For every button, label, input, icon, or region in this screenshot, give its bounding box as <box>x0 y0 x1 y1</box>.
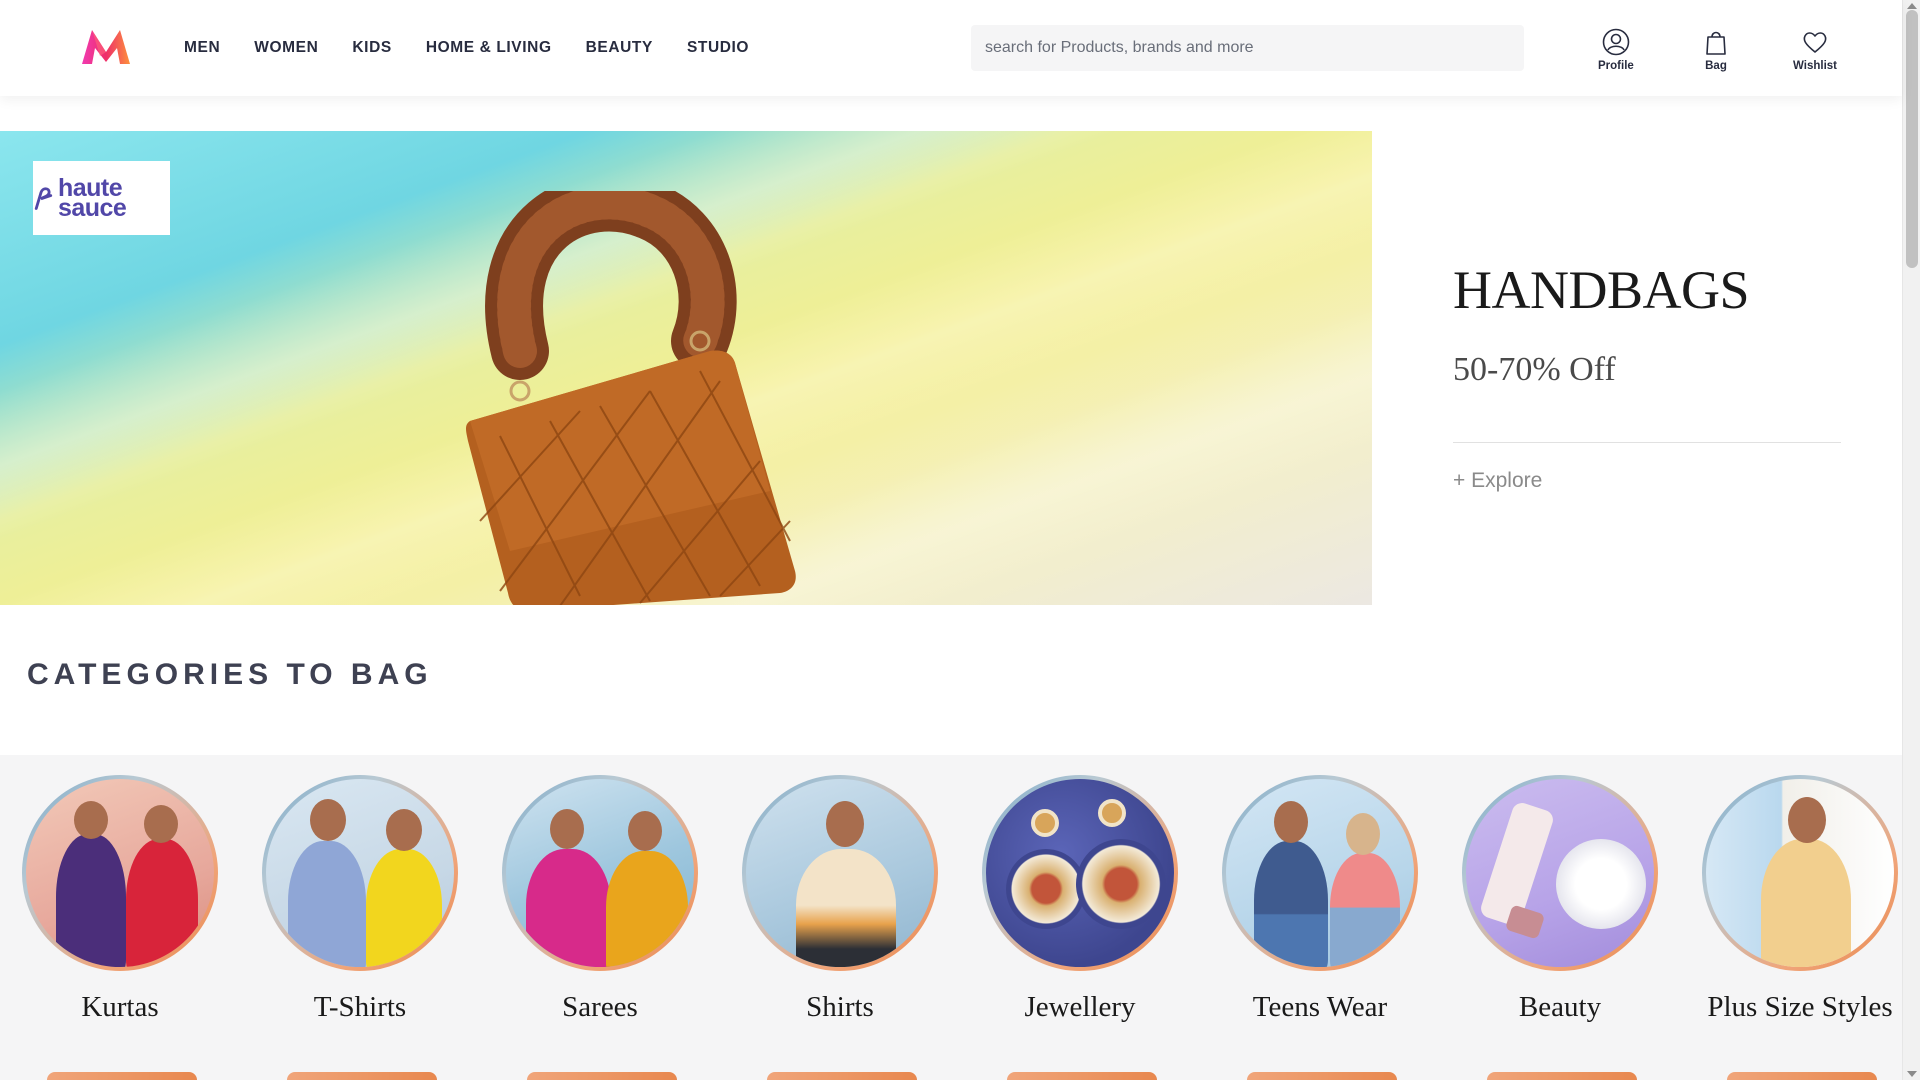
promo-panel: HANDBAGS 50-70% Off + Explore <box>1453 131 1843 605</box>
category-tshirts[interactable]: T-Shirts <box>262 775 458 1024</box>
promo-offer: 50-70% Off <box>1453 351 1616 388</box>
category-image-frame <box>1222 775 1418 971</box>
category-label: Kurtas <box>81 991 159 1023</box>
scroll-thumb[interactable] <box>1906 10 1918 268</box>
category-jewellery[interactable]: Jewellery <box>982 775 1178 1024</box>
heart-icon <box>1803 32 1827 53</box>
next-row-hint <box>287 1072 437 1080</box>
next-row-hint <box>1007 1072 1157 1080</box>
profile-icon <box>1602 28 1630 56</box>
next-row-hint <box>1247 1072 1397 1080</box>
brand-name: haute sauce <box>57 174 127 222</box>
category-kurtas[interactable]: Kurtas <box>22 775 218 1024</box>
promo-divider <box>1453 442 1841 443</box>
category-image-frame <box>982 775 1178 971</box>
promo-title: HANDBAGS <box>1453 260 1750 320</box>
category-image <box>746 779 934 967</box>
nav-beauty[interactable]: BEAUTY <box>586 39 653 57</box>
category-label: Shirts <box>806 991 874 1023</box>
category-image <box>266 779 454 967</box>
handbag-image <box>466 191 796 605</box>
bag-label: Bag <box>1705 60 1727 72</box>
bag-icon <box>1706 31 1726 55</box>
category-label: Teens Wear <box>1252 991 1388 1023</box>
category-image <box>1706 779 1894 967</box>
nav-studio[interactable]: STUDIO <box>687 39 749 57</box>
myntra-logo[interactable] <box>80 26 132 66</box>
main-nav: MEN WOMEN KIDS HOME & LIVING BEAUTY STUD… <box>170 0 766 96</box>
category-image <box>26 779 214 967</box>
brand-logo: haute sauce <box>33 161 170 235</box>
profile-button[interactable]: Profile <box>1598 28 1634 72</box>
wishlist-button[interactable]: Wishlist <box>1793 28 1837 72</box>
category-image <box>986 779 1174 967</box>
category-image-frame <box>262 775 458 971</box>
category-image <box>506 779 694 967</box>
scroll-down-icon[interactable] <box>1907 1071 1917 1077</box>
category-teens-wear[interactable]: Teens Wear <box>1222 775 1418 1024</box>
nav-women[interactable]: WOMEN <box>254 39 318 57</box>
bag-button[interactable]: Bag <box>1702 28 1730 72</box>
next-row-hint <box>1727 1072 1877 1080</box>
wishlist-label: Wishlist <box>1793 60 1837 72</box>
category-image-frame <box>22 775 218 971</box>
nav-men[interactable]: MEN <box>184 39 220 57</box>
category-label: Beauty <box>1518 991 1602 1023</box>
next-row-hint <box>1487 1072 1637 1080</box>
next-row-hint <box>47 1072 197 1080</box>
profile-label: Profile <box>1598 60 1634 72</box>
category-label: Plus Size Styles <box>1707 991 1893 1023</box>
category-image-frame <box>742 775 938 971</box>
hero-banner[interactable]: haute sauce <box>0 131 1372 605</box>
search-bar <box>971 25 1524 71</box>
category-image-frame <box>502 775 698 971</box>
category-shirts[interactable]: Shirts <box>742 775 938 1024</box>
scroll-up-icon[interactable] <box>1907 3 1917 9</box>
category-label: Sarees <box>562 991 638 1023</box>
category-beauty[interactable]: Beauty <box>1462 775 1658 1024</box>
category-image <box>1466 779 1654 967</box>
category-image <box>1226 779 1414 967</box>
category-sarees[interactable]: Sarees <box>502 775 698 1024</box>
nav-home-living[interactable]: HOME & LIVING <box>426 39 552 57</box>
categories-heading: CATEGORIES TO BAG <box>27 658 433 691</box>
nav-kids[interactable]: KIDS <box>352 39 391 57</box>
explore-link[interactable]: + Explore <box>1453 469 1542 493</box>
search-input[interactable] <box>985 39 1510 57</box>
next-row-hint <box>527 1072 677 1080</box>
brand-mark-icon <box>34 187 53 210</box>
category-label: T-Shirts <box>313 991 407 1023</box>
category-image-frame <box>1702 775 1898 971</box>
site-header: MEN WOMEN KIDS HOME & LIVING BEAUTY STUD… <box>0 0 1902 96</box>
page-scrollbar[interactable] <box>1902 0 1920 1080</box>
category-label: Jewellery <box>1024 991 1136 1023</box>
categories-strip: Kurtas T-Shirts Sarees Shirts Jewellery … <box>0 755 1902 1080</box>
category-image-frame <box>1462 775 1658 971</box>
category-plus-size-styles[interactable]: Plus Size Styles <box>1702 775 1898 1024</box>
next-row-hint <box>767 1072 917 1080</box>
